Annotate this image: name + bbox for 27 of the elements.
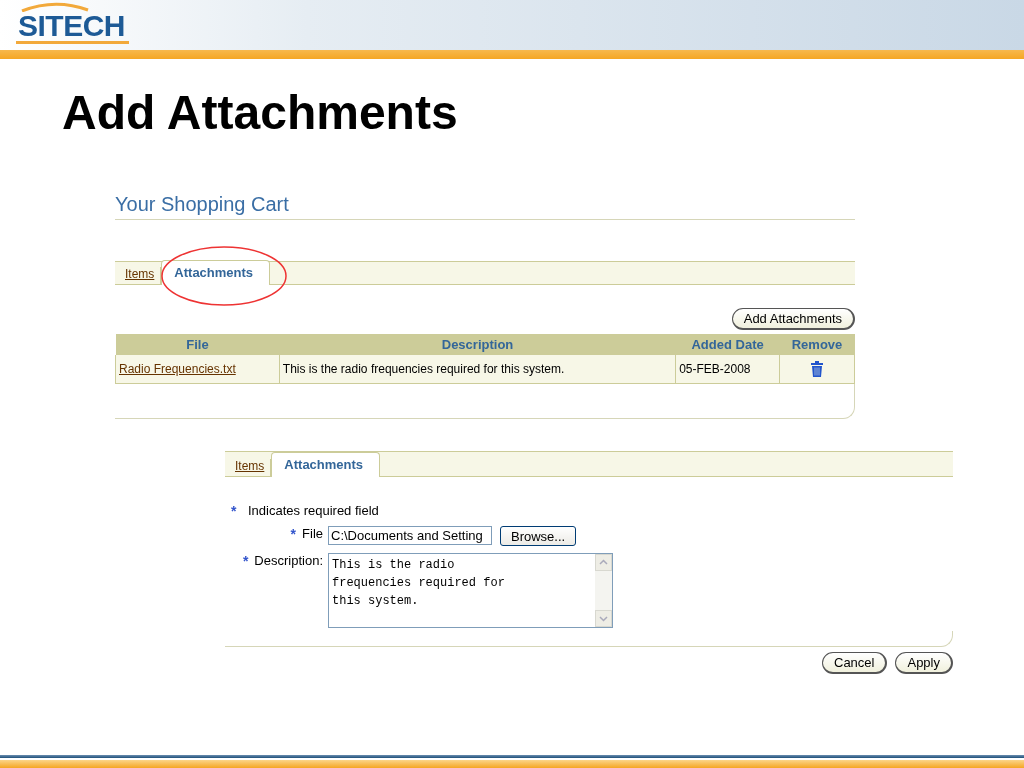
column-header: Description bbox=[279, 334, 676, 355]
file-input-field[interactable]: C:\Documents and Setting bbox=[328, 526, 492, 545]
field-label: Description: bbox=[254, 553, 323, 569]
required-asterisk: * bbox=[231, 503, 238, 519]
trash-icon[interactable] bbox=[809, 360, 825, 378]
column-header: Remove bbox=[779, 334, 855, 355]
column-header: File bbox=[115, 334, 280, 355]
required-asterisk: * bbox=[242, 553, 249, 569]
table-cell: 05-FEB-2008 bbox=[679, 362, 751, 376]
browse-button[interactable]: Browse... bbox=[500, 526, 577, 546]
tab[interactable]: Attachments bbox=[271, 452, 381, 477]
table-cell: This is the radio frequencies required for this system. bbox=[282, 362, 565, 376]
logo: SITECH bbox=[16, 12, 129, 44]
scroll-down-icon[interactable] bbox=[595, 610, 612, 627]
required-asterisk: * bbox=[290, 526, 297, 542]
scroll-up-icon[interactable] bbox=[595, 554, 612, 571]
column-header: Added Date bbox=[675, 334, 780, 355]
tab[interactable]: Attachments bbox=[161, 260, 271, 285]
slide-title: Add Attachments bbox=[62, 85, 458, 141]
form-button[interactable]: Cancel bbox=[822, 652, 888, 674]
arc-icon bbox=[20, 2, 90, 12]
add-attachments-button[interactable]: Add Attachments bbox=[731, 308, 855, 330]
field-label: File bbox=[302, 526, 323, 542]
page-heading: Your Shopping Cart bbox=[115, 191, 855, 220]
description-field[interactable]: This is the radio frequencies required for this system. bbox=[328, 553, 613, 628]
form-button[interactable]: Apply bbox=[895, 652, 953, 674]
required-note: Indicates required field bbox=[248, 503, 379, 518]
